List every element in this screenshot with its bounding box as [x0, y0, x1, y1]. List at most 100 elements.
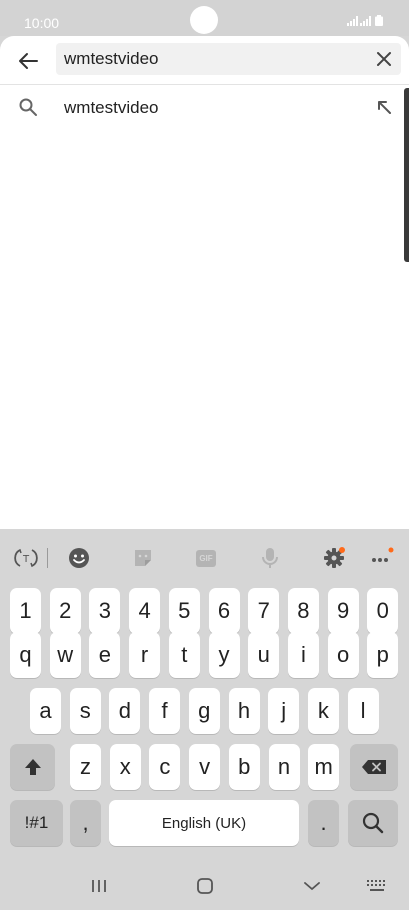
translate-toggle-button[interactable]: T	[13, 545, 39, 571]
space-key[interactable]: English (UK)	[109, 800, 299, 846]
toolbar-divider	[47, 548, 48, 568]
letter-key-i[interactable]: i	[287, 632, 319, 678]
letter-key-label: s	[79, 698, 91, 723]
search-field[interactable]	[56, 43, 401, 75]
shift-key[interactable]	[10, 744, 55, 790]
letter-key-label: u	[257, 642, 270, 667]
number-key-7[interactable]: 7	[248, 588, 280, 634]
letter-key-label: g	[198, 698, 211, 723]
more-horizontal-icon	[372, 547, 394, 562]
letter-key-l[interactable]: l	[347, 688, 379, 734]
letter-key-r[interactable]: r	[129, 632, 161, 678]
backspace-key[interactable]	[350, 744, 398, 790]
status-icons	[347, 15, 383, 26]
letter-key-label: e	[98, 642, 112, 667]
svg-text:T: T	[22, 554, 30, 565]
gif-badge: GIF	[196, 549, 216, 567]
letter-key-z[interactable]: z	[70, 744, 101, 790]
letter-key-t[interactable]: t	[168, 632, 200, 678]
letter-key-a[interactable]: a	[30, 688, 61, 734]
signal-icon	[347, 16, 371, 26]
chevron-down-icon	[304, 882, 320, 891]
home-button[interactable]	[190, 873, 220, 899]
voice-input-button[interactable]	[257, 545, 283, 571]
number-key-9[interactable]: 9	[327, 588, 359, 634]
letter-key-h[interactable]: h	[228, 688, 260, 734]
recent-apps-button[interactable]	[84, 873, 114, 899]
letter-key-b[interactable]: b	[228, 744, 260, 790]
number-key-4[interactable]: 4	[129, 588, 161, 634]
letter-key-e[interactable]: e	[89, 632, 121, 678]
search-screen: wmtestvideo	[0, 36, 409, 529]
search-icon	[362, 812, 384, 834]
number-key-1[interactable]: 1	[10, 588, 41, 634]
sticker-button[interactable]	[130, 545, 156, 571]
letter-key-n[interactable]: n	[268, 744, 300, 790]
letter-key-q[interactable]: q	[10, 632, 41, 678]
letter-key-p[interactable]: p	[367, 632, 399, 678]
back-button[interactable]	[14, 47, 42, 75]
letter-key-label: r	[140, 642, 149, 667]
letter-key-label: q	[19, 642, 32, 667]
letter-key-c[interactable]: c	[149, 744, 181, 790]
number-key-3[interactable]: 3	[89, 588, 121, 634]
letter-key-w[interactable]: w	[49, 632, 81, 678]
backspace-icon	[362, 760, 386, 774]
keyboard: T GIF 1 2 3 4 5 6 7 8 9 0 q w e r t y u …	[0, 529, 409, 910]
search-bar	[0, 36, 409, 85]
letter-key-label: w	[57, 642, 74, 667]
shift-icon	[24, 759, 41, 775]
letter-key-f[interactable]: f	[149, 688, 181, 734]
letter-key-label: c	[159, 754, 171, 779]
number-key-0[interactable]: 0	[367, 588, 399, 634]
arrow-up-left-icon[interactable]	[376, 99, 392, 115]
period-key-label: .	[320, 810, 327, 835]
letter-key-d[interactable]: d	[109, 688, 141, 734]
letter-key-label: l	[360, 698, 366, 723]
search-key[interactable]	[348, 800, 398, 846]
scrollbar-thumb[interactable]	[404, 88, 409, 262]
suggestion-item[interactable]: wmtestvideo	[0, 86, 409, 130]
comma-key[interactable]: ,	[70, 800, 101, 846]
number-key-6[interactable]: 6	[208, 588, 240, 634]
letter-key-label: n	[277, 754, 291, 779]
period-key[interactable]: .	[308, 800, 339, 846]
settings-button[interactable]	[321, 545, 347, 571]
clear-button[interactable]	[375, 50, 393, 68]
letter-key-o[interactable]: o	[327, 632, 359, 678]
number-key-label: 8	[297, 598, 310, 623]
number-key-5[interactable]: 5	[168, 588, 200, 634]
search-input[interactable]	[64, 43, 354, 75]
letter-key-label: v	[199, 754, 211, 779]
letter-key-m[interactable]: m	[308, 744, 340, 790]
keyboard-switch-button[interactable]	[362, 873, 392, 899]
letter-key-label: h	[237, 698, 251, 723]
keyboard-toolbar: T GIF	[0, 529, 409, 585]
number-key-label: 5	[178, 598, 191, 623]
space-key-label: English (UK)	[161, 814, 247, 832]
symbols-key[interactable]: !#1	[10, 800, 63, 846]
letter-key-x[interactable]: x	[109, 744, 141, 790]
letter-key-label: i	[300, 642, 306, 667]
letter-key-j[interactable]: j	[268, 688, 300, 734]
emoji-button[interactable]	[66, 545, 92, 571]
battery-icon	[375, 15, 383, 26]
letter-key-v[interactable]: v	[189, 744, 221, 790]
close-icon	[377, 52, 391, 66]
hide-keyboard-button[interactable]	[297, 873, 327, 899]
letter-key-g[interactable]: g	[188, 688, 220, 734]
number-key-2[interactable]: 2	[49, 588, 81, 634]
letter-key-k[interactable]: k	[307, 688, 339, 734]
letter-key-s[interactable]: s	[69, 688, 101, 734]
number-key-label: 9	[336, 598, 350, 623]
symbols-key-label: !#1	[24, 813, 49, 832]
comma-key-label: ,	[82, 810, 89, 835]
number-key-8[interactable]: 8	[287, 588, 319, 634]
letter-key-label: b	[238, 754, 251, 779]
gif-button[interactable]: GIF	[193, 545, 219, 571]
emoji-icon	[69, 548, 89, 568]
letter-key-u[interactable]: u	[248, 632, 280, 678]
more-options-button[interactable]	[369, 545, 395, 571]
letter-key-y[interactable]: y	[208, 632, 240, 678]
status-bar: 10:00	[0, 0, 409, 36]
